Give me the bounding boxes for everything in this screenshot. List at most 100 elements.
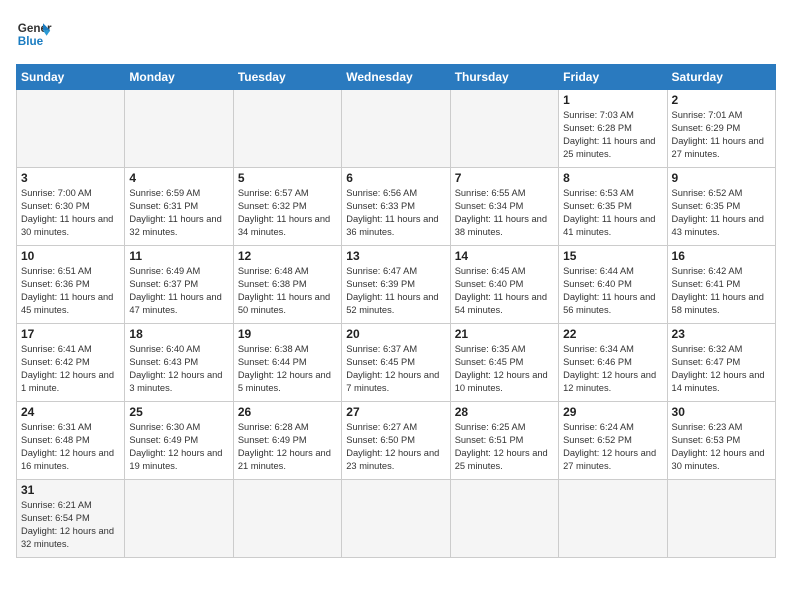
day-info: Sunrise: 7:00 AMSunset: 6:30 PMDaylight:… [21,187,120,239]
calendar-cell [233,90,341,168]
svg-text:Blue: Blue [18,35,44,48]
day-number: 8 [563,171,662,185]
calendar-cell: 24 Sunrise: 6:31 AMSunset: 6:48 PMDayligh… [17,402,125,480]
day-info: Sunrise: 6:35 AMSunset: 6:45 PMDaylight:… [455,343,554,395]
day-number: 16 [672,249,771,263]
day-number: 9 [672,171,771,185]
day-number: 14 [455,249,554,263]
day-header-wednesday: Wednesday [342,65,450,90]
day-number: 24 [21,405,120,419]
day-number: 22 [563,327,662,341]
calendar-cell: 12 Sunrise: 6:48 AMSunset: 6:38 PMDayligh… [233,246,341,324]
logo-icon: General Blue [16,16,52,52]
calendar-cell: 5Sunrise: 6:57 AMSunset: 6:32 PMDaylight… [233,168,341,246]
day-header-tuesday: Tuesday [233,65,341,90]
day-number: 4 [129,171,228,185]
calendar-cell: 26Sunrise: 6:28 AMSunset: 6:49 PMDayligh… [233,402,341,480]
day-info: Sunrise: 6:45 AMSunset: 6:40 PMDaylight:… [455,265,554,317]
day-info: Sunrise: 6:44 AMSunset: 6:40 PMDaylight:… [563,265,662,317]
day-info: Sunrise: 6:53 AMSunset: 6:35 PMDaylight:… [563,187,662,239]
calendar-cell: 22 Sunrise: 6:34 AMSunset: 6:46 PMDayligh… [559,324,667,402]
day-info: Sunrise: 6:59 AMSunset: 6:31 PMDaylight:… [129,187,228,239]
logo: General Blue [16,16,52,52]
calendar-week-row: 3Sunrise: 7:00 AMSunset: 6:30 PMDaylight… [17,168,776,246]
calendar-cell [559,480,667,558]
day-info: Sunrise: 6:32 AMSunset: 6:47 PMDaylight:… [672,343,771,395]
calendar-cell: 10 Sunrise: 6:51 AMSunset: 6:36 PMDayligh… [17,246,125,324]
day-number: 18 [129,327,228,341]
calendar-cell: 15Sunrise: 6:44 AMSunset: 6:40 PMDayligh… [559,246,667,324]
day-info: Sunrise: 6:25 AMSunset: 6:51 PMDaylight:… [455,421,554,473]
day-info: Sunrise: 6:34 AMSunset: 6:46 PMDaylight:… [563,343,662,395]
page-header: General Blue [16,16,776,52]
calendar-cell: 28Sunrise: 6:25 AMSunset: 6:51 PMDayligh… [450,402,558,480]
calendar-cell: 29 Sunrise: 6:24 AMSunset: 6:52 PMDayligh… [559,402,667,480]
calendar-cell [342,480,450,558]
day-info: Sunrise: 6:41 AMSunset: 6:42 PMDaylight:… [21,343,120,395]
calendar-cell: 4 Sunrise: 6:59 AMSunset: 6:31 PMDaylight… [125,168,233,246]
calendar-week-row: 17Sunrise: 6:41 AMSunset: 6:42 PMDayligh… [17,324,776,402]
day-info: Sunrise: 6:30 AMSunset: 6:49 PMDaylight:… [129,421,228,473]
calendar-cell [342,90,450,168]
calendar-cell [450,90,558,168]
calendar-cell: 2Sunrise: 7:01 AMSunset: 6:29 PMDaylight… [667,90,775,168]
day-info: Sunrise: 6:24 AMSunset: 6:52 PMDaylight:… [563,421,662,473]
calendar-cell: 16 Sunrise: 6:42 AMSunset: 6:41 PMDayligh… [667,246,775,324]
calendar-cell: 3Sunrise: 7:00 AMSunset: 6:30 PMDaylight… [17,168,125,246]
calendar-week-row: 1 Sunrise: 7:03 AMSunset: 6:28 PMDaylight… [17,90,776,168]
calendar-cell: 11 Sunrise: 6:49 AMSunset: 6:37 PMDayligh… [125,246,233,324]
calendar-week-row: 24 Sunrise: 6:31 AMSunset: 6:48 PMDayligh… [17,402,776,480]
calendar-cell: 31Sunrise: 6:21 AMSunset: 6:54 PMDayligh… [17,480,125,558]
day-info: Sunrise: 6:31 AMSunset: 6:48 PMDaylight:… [21,421,120,473]
calendar-cell: 6 Sunrise: 6:56 AMSunset: 6:33 PMDaylight… [342,168,450,246]
calendar-cell: 8 Sunrise: 6:53 AMSunset: 6:35 PMDaylight… [559,168,667,246]
day-number: 11 [129,249,228,263]
day-info: Sunrise: 6:38 AMSunset: 6:44 PMDaylight:… [238,343,337,395]
calendar-cell [233,480,341,558]
day-number: 13 [346,249,445,263]
calendar-cell: 20Sunrise: 6:37 AMSunset: 6:45 PMDayligh… [342,324,450,402]
calendar-cell: 25 Sunrise: 6:30 AMSunset: 6:49 PMDayligh… [125,402,233,480]
calendar-week-row: 31Sunrise: 6:21 AMSunset: 6:54 PMDayligh… [17,480,776,558]
day-number: 5 [238,171,337,185]
day-info: Sunrise: 6:47 AMSunset: 6:39 PMDaylight:… [346,265,445,317]
day-header-saturday: Saturday [667,65,775,90]
day-info: Sunrise: 7:03 AMSunset: 6:28 PMDaylight:… [563,109,662,161]
calendar-cell: 7 Sunrise: 6:55 AMSunset: 6:34 PMDaylight… [450,168,558,246]
day-info: Sunrise: 6:40 AMSunset: 6:43 PMDaylight:… [129,343,228,395]
calendar-cell [667,480,775,558]
day-info: Sunrise: 6:42 AMSunset: 6:41 PMDaylight:… [672,265,771,317]
day-info: Sunrise: 6:48 AMSunset: 6:38 PMDaylight:… [238,265,337,317]
day-number: 21 [455,327,554,341]
day-info: Sunrise: 6:27 AMSunset: 6:50 PMDaylight:… [346,421,445,473]
day-info: Sunrise: 6:49 AMSunset: 6:37 PMDaylight:… [129,265,228,317]
calendar-cell: 17Sunrise: 6:41 AMSunset: 6:42 PMDayligh… [17,324,125,402]
day-number: 10 [21,249,120,263]
day-number: 31 [21,483,120,497]
day-header-friday: Friday [559,65,667,90]
calendar-cell: 9Sunrise: 6:52 AMSunset: 6:35 PMDaylight… [667,168,775,246]
day-number: 26 [238,405,337,419]
day-info: Sunrise: 6:56 AMSunset: 6:33 PMDaylight:… [346,187,445,239]
day-number: 30 [672,405,771,419]
calendar-cell: 27Sunrise: 6:27 AMSunset: 6:50 PMDayligh… [342,402,450,480]
calendar-cell [125,480,233,558]
calendar-week-row: 10 Sunrise: 6:51 AMSunset: 6:36 PMDayligh… [17,246,776,324]
day-number: 20 [346,327,445,341]
day-number: 6 [346,171,445,185]
calendar-header-row: SundayMondayTuesdayWednesdayThursdayFrid… [17,65,776,90]
calendar-cell: 18 Sunrise: 6:40 AMSunset: 6:43 PMDayligh… [125,324,233,402]
day-number: 2 [672,93,771,107]
calendar-cell: 23 Sunrise: 6:32 AMSunset: 6:47 PMDayligh… [667,324,775,402]
calendar-cell [17,90,125,168]
calendar-cell: 1 Sunrise: 7:03 AMSunset: 6:28 PMDaylight… [559,90,667,168]
day-number: 23 [672,327,771,341]
day-number: 1 [563,93,662,107]
day-number: 29 [563,405,662,419]
calendar-cell: 30Sunrise: 6:23 AMSunset: 6:53 PMDayligh… [667,402,775,480]
day-number: 12 [238,249,337,263]
day-info: Sunrise: 6:51 AMSunset: 6:36 PMDaylight:… [21,265,120,317]
day-number: 7 [455,171,554,185]
day-info: Sunrise: 6:55 AMSunset: 6:34 PMDaylight:… [455,187,554,239]
day-number: 25 [129,405,228,419]
